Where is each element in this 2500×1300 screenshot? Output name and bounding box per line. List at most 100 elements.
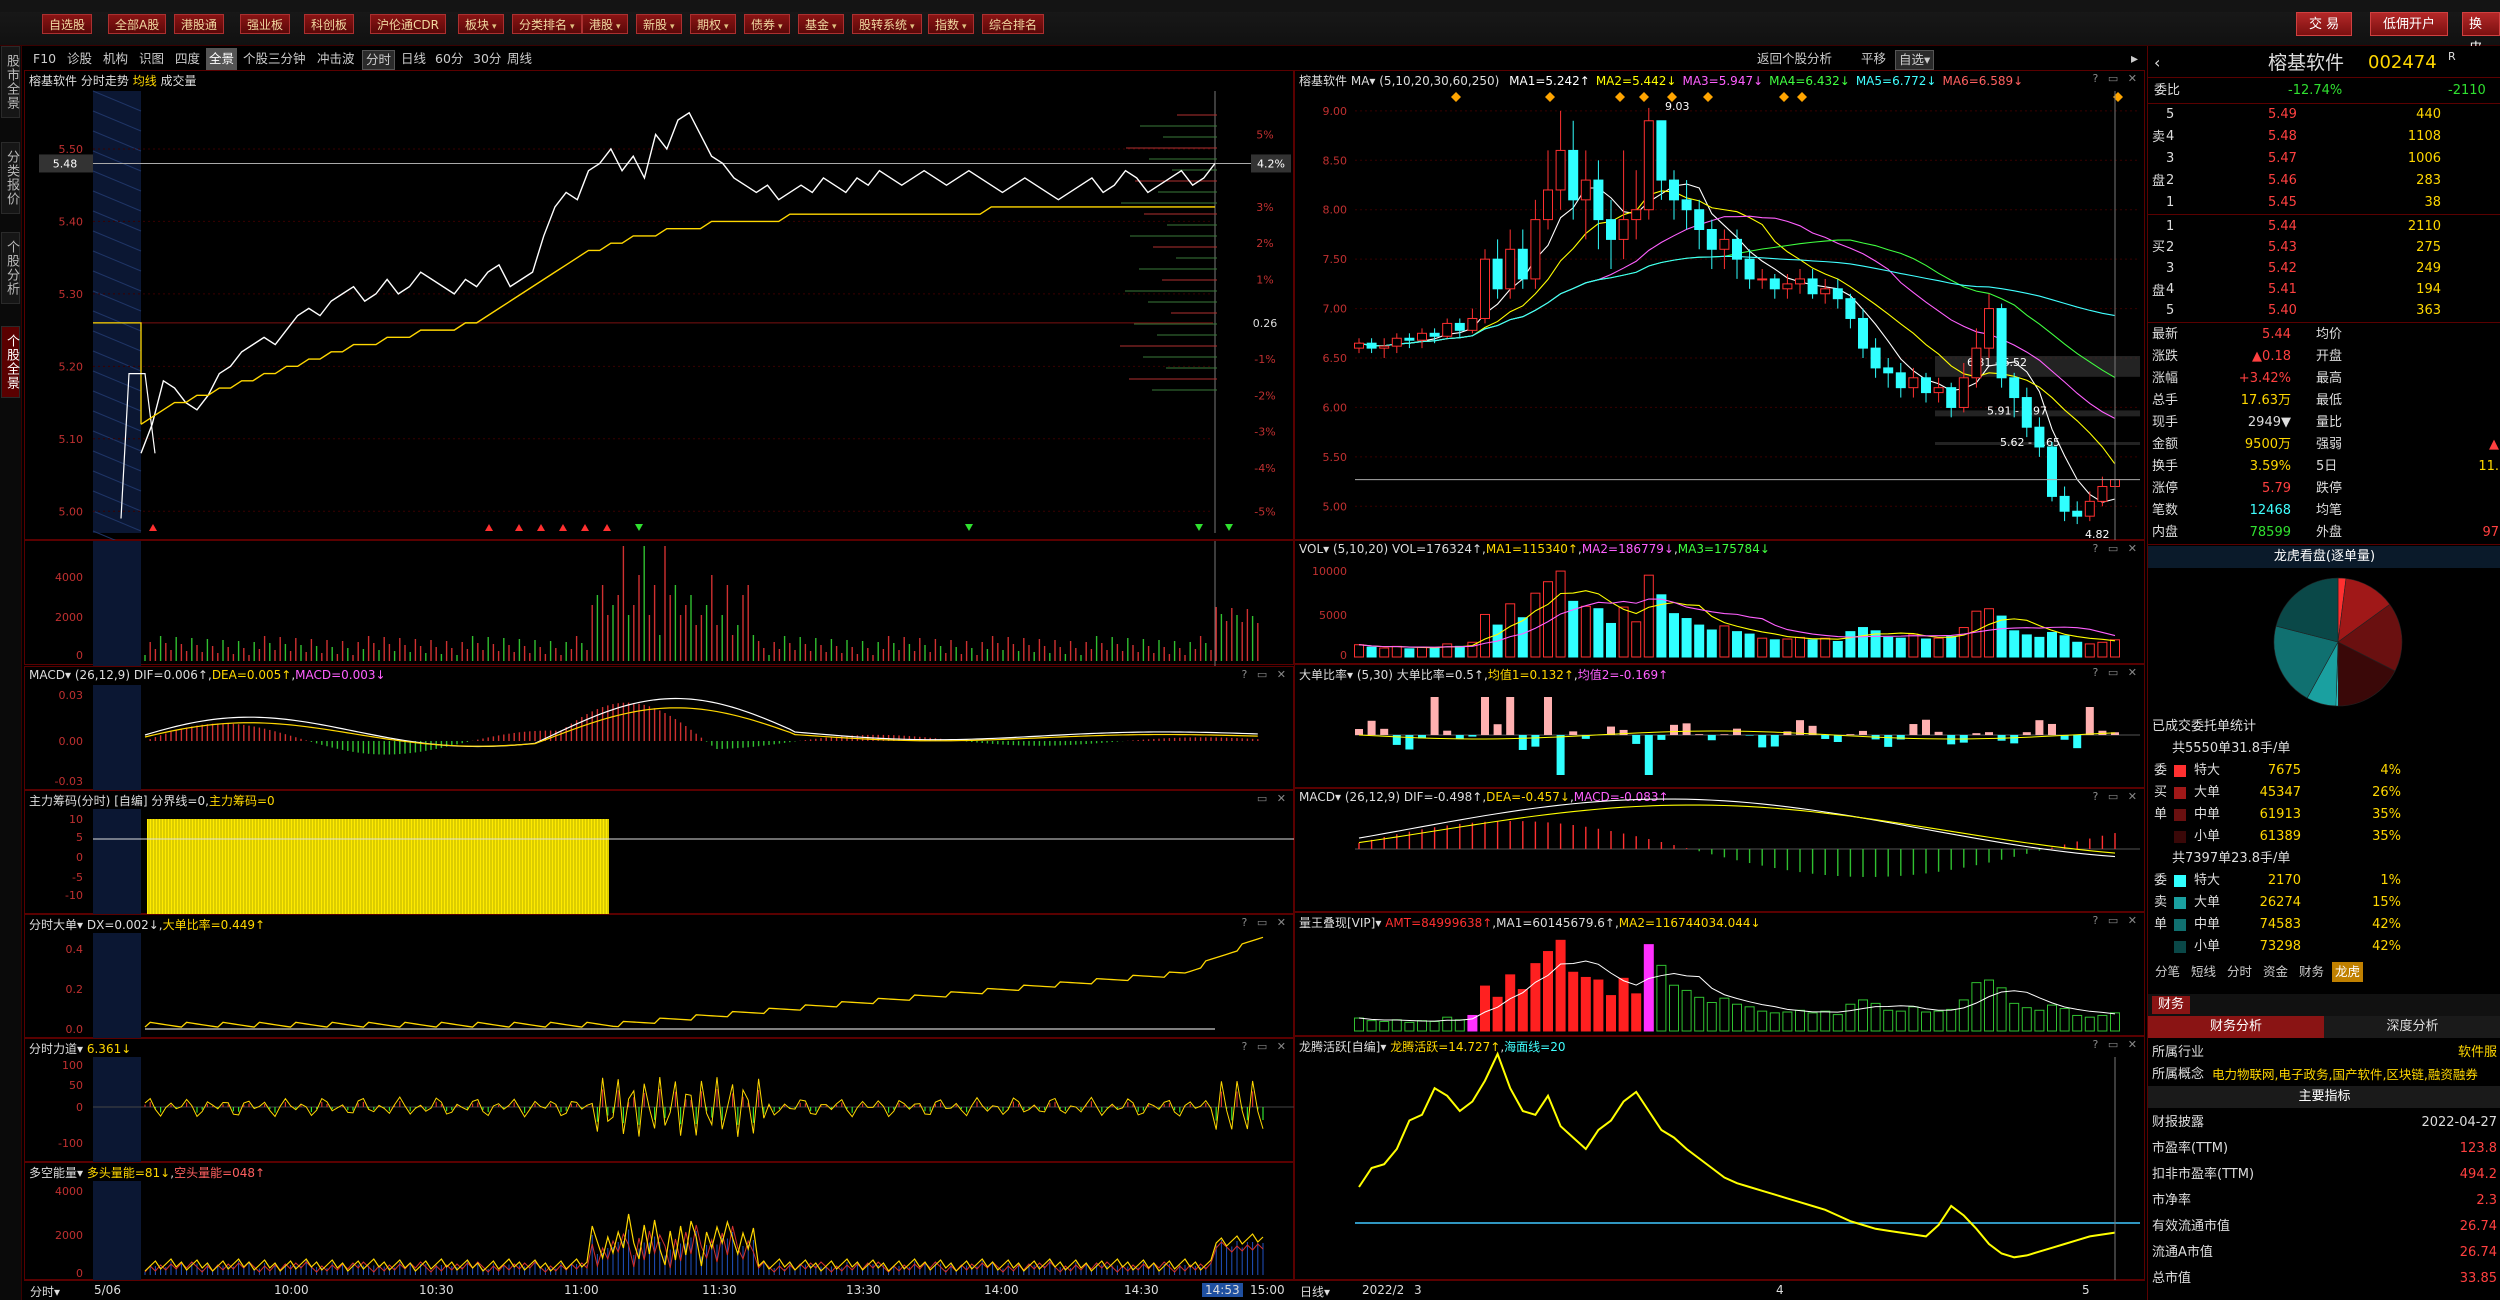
tab-recognize[interactable]: 识图 [136,48,167,70]
sell-price: 5.47 [2268,151,2297,166]
toolbar-button-10[interactable]: 期权 ▾ [690,14,736,34]
stat-swatch [2174,787,2186,799]
candle-body [1480,258,1490,319]
candle-body [1492,258,1503,290]
toolbar-button-8[interactable]: 港股 ▾ [582,14,628,34]
period-tab-30m[interactable]: 30分 [470,48,504,70]
info-tab-2[interactable]: 分时 [2224,962,2255,982]
kline-volume-bar [1946,636,1957,658]
chevron-down-icon: ▾ [832,22,837,32]
toolbar-button-5[interactable]: 沪伦通CDR [370,14,446,34]
side-tab-category-quote[interactable]: 分类报价 [1,142,20,214]
flat-button[interactable]: 平移 [1858,48,1889,70]
dragon-panel[interactable]: 龙腾活跃[自编]▾ 龙腾活跃=14.727↑,海面线=20 ? ▭ ✕ [1294,1036,2145,1281]
stat-swatch [2174,919,2186,931]
toolbar-button-0[interactable]: 自选股 [42,14,93,34]
intraday-axis-mode[interactable]: 分时▾ [30,1283,60,1300]
skin-button[interactable]: 换皮 [2462,12,2500,56]
tab-shockwave[interactable]: 冲击波 [314,48,358,70]
candle-body [1391,337,1402,347]
toolbar-button-15[interactable]: 综合排名 [982,14,1045,34]
stat-pct: 1% [2380,873,2401,888]
chip-range-label: 5.91 - 5.97 [1987,404,2047,417]
toolbar-button-13[interactable]: 股转系统 ▾ [852,14,922,34]
pct-tick: 5% [1256,128,1273,141]
toolbar-button-14[interactable]: 指数 ▾ [928,14,974,34]
kline-axis-mode[interactable]: 日线▾ [1300,1283,1330,1300]
open-account-button[interactable]: 低佣开户 [2370,12,2449,36]
toolbar-button-6[interactable]: 板块 ▾ [458,14,504,34]
time-label: 11:00 [564,1283,599,1297]
amt-bar [1694,996,1705,1032]
back-to-analysis-link[interactable]: 返回个股分析 [1754,48,1835,70]
bigratio-bar [2048,723,2056,735]
toolbar-button-3[interactable]: 强业板 [240,14,291,34]
quote-label: 涨跌 [2152,349,2179,364]
bigratio-panel[interactable]: 大单比率▾ (5,30) 大单比率=0.5↑,均值1=0.132↑,均值2=-0… [1294,664,2145,788]
chip-panel[interactable]: 主力筹码(分时) [自编] 分界线=0,主力筹码=0 ▭ ✕ 10 5 0 -5 -10 [24,790,1295,915]
info-tab-3[interactable]: 资金 [2260,962,2291,982]
sell-row: 5 5.49 440 [2148,104,2500,126]
finance-analysis-tab[interactable]: 财务分析 [2148,1016,2324,1038]
candle-body [2072,510,2083,517]
finance-row: 市盈率(TTM) 123.8 [2148,1138,2500,1160]
tab-three-minutes[interactable]: 个股三分钟 [240,48,309,70]
kline-chart-panel[interactable]: 榕基软件 MA▾ (5,10,20,30,60,250) MA1=5.242↑ M… [1294,70,2145,541]
tab-overview[interactable]: 全景 [206,48,238,70]
info-tab-5[interactable]: 龙虎 [2332,962,2364,982]
side-tab-stock-analysis[interactable]: 个股分析 [1,232,20,304]
trade-button[interactable]: 交 易 [2296,12,2353,36]
kline-volume-panel[interactable]: VOL▾ (5,10,20) VOL=176324↑,MA1=115340↑,M… [1294,540,2145,664]
toolbar-button-2[interactable]: 港股通 [174,14,225,34]
bigratio-bar [1859,730,1867,735]
watchlist-select[interactable]: 自选▾ [1895,50,1935,70]
stat-row: 单 中单 61913 35% [2148,804,2500,826]
finance-tab[interactable]: 财务 [2152,996,2191,1014]
period-tab-intraday[interactable]: 分时 [362,50,396,70]
toolbar-button-11[interactable]: 债券 ▾ [744,14,790,34]
quote-value: 5.79 [2262,481,2291,496]
stat-pct: 4% [2380,763,2401,778]
macd-panel-left[interactable]: MACD▾ (26,12,9) DIF=0.006↑,DEA=0.005↑,MA… [24,666,1294,791]
toolbar-button-1[interactable]: 全部A股 [108,14,167,34]
stat-label: 特大 [2194,763,2221,778]
tab-four-degree[interactable]: 四度 [172,48,203,70]
deep-analysis-tab[interactable]: 深度分析 [2324,1016,2500,1038]
toolbar-button-4[interactable]: 科创板 [304,14,355,34]
bigorder-panel[interactable]: 分时大单▾ DX=0.002↓,大单比率=0.449↑ ? ▭ ✕ 0.4 0.2… [24,914,1294,1039]
info-tab-0[interactable]: 分笔 [2152,962,2183,982]
tab-institution[interactable]: 机构 [100,48,131,70]
period-tab-weekly[interactable]: 周线 [504,48,535,70]
kline-volume-bar [1845,631,1856,658]
toolbar-button-label: 债券 [751,18,776,32]
nav-arrow-icon[interactable]: ▸ [2128,48,2141,70]
kline-volume-bar [1480,613,1490,658]
back-arrow-icon[interactable]: ‹ [2154,48,2160,78]
info-tab-4[interactable]: 财务 [2296,962,2327,982]
tab-diagnose[interactable]: 诊股 [64,48,95,70]
side-tab-market-overview[interactable]: 股市全景 [1,46,20,118]
toolbar-button-label: 沪伦通CDR [377,18,439,32]
tab-f10[interactable]: F10 [30,48,59,70]
sell-volume: 1108 [2407,129,2441,144]
period-tab-daily[interactable]: 日线 [398,48,429,70]
intraday-chart-panel[interactable]: 榕基软件 分时走势 均线 成交量 5.50 5.40 5.30 5.20 5.10 5.0… [24,70,1294,541]
toolbar-button-9[interactable]: 新股 ▾ [636,14,682,34]
toolbar-button-label: 股转系统 [859,18,908,32]
side-tab-stock-overview[interactable]: 个股全景 [1,326,20,398]
quote-label: 均价 [2316,327,2343,342]
amt-panel[interactable]: 量王叠现[VIP]▾ AMT=84999638↑,MA1=60145679.6↑… [1294,912,2145,1036]
stock-name-title: 榕基软件 [2268,52,2345,74]
info-tab-1[interactable]: 短线 [2188,962,2219,982]
pct-tick: 3% [1256,201,1273,214]
toolbar-button-7[interactable]: 分类排名 ▾ [512,14,582,34]
energy-panel[interactable]: 多空能量▾ 多头量能=81↓,空头量能=048↑ 4000 2000 0 [24,1162,1294,1281]
kline-macd-panel[interactable]: MACD▾ (26,12,9) DIF=-0.498↑,DEA=-0.457↓,… [1294,788,2145,912]
sell-row: 4 5.48 1108 [2148,126,2500,148]
force-tick: 100 [62,1059,83,1072]
candle-body [1971,347,1982,379]
toolbar-button-12[interactable]: 基金 ▾ [798,14,844,34]
toolbar-button-label: 期权 [697,18,722,32]
force-panel[interactable]: 分时力道▾ 6.361↓ ? ▭ ✕ 100 50 0 -100 [24,1038,1295,1163]
period-tab-60m[interactable]: 60分 [432,48,466,70]
